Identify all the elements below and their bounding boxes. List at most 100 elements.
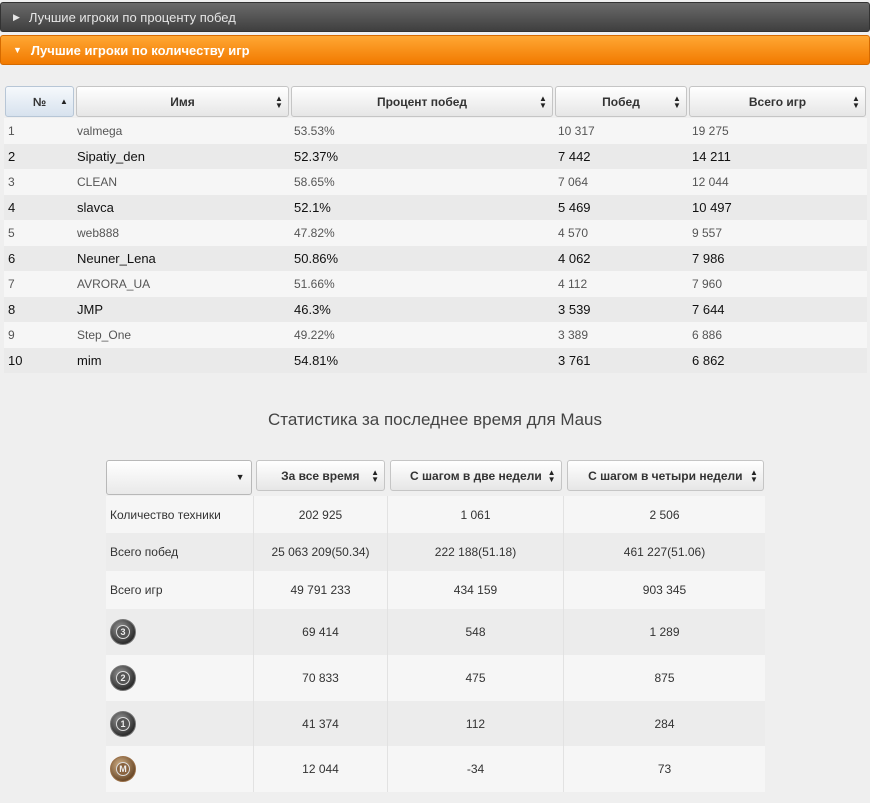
player-name: JMP — [75, 296, 290, 322]
sort-icon: ▲ ▼ — [539, 94, 547, 110]
table-row: 9 Step_One 49.22% 3 389 6 886 — [4, 322, 867, 348]
column-label-games: Всего игр — [748, 94, 807, 109]
period-select[interactable]: ▼ — [106, 460, 252, 495]
win-pct-cell: 52.1% — [290, 194, 554, 220]
player-name: web888 — [75, 220, 290, 246]
column-header-games[interactable]: Всего игр ▲ ▼ — [688, 85, 867, 118]
games-cell: 7 644 — [688, 296, 867, 322]
column-header-four-weeks[interactable]: С шагом в четыри недели ▲ ▼ — [566, 460, 764, 491]
sort-icon: ▲ ▼ — [852, 94, 860, 110]
player-name: AVRORA_UA — [75, 271, 290, 297]
value-two-weeks: 475 — [388, 655, 564, 701]
player-name: mim — [75, 347, 290, 373]
accordion-games-title: Лучшие игроки по количеству игр — [30, 42, 250, 58]
games-cell: 6 886 — [688, 322, 867, 348]
games-cell: 7 960 — [688, 271, 867, 297]
player-name: slavca — [75, 194, 290, 220]
value-two-weeks: 1 061 — [388, 496, 564, 533]
games-cell: 14 211 — [688, 143, 867, 169]
table-row: 1 valmega 53.53% 10 317 19 275 — [4, 118, 867, 144]
table-row: 10 mim 54.81% 3 761 6 862 — [4, 347, 867, 373]
sort-icon: ▲ ▼ — [673, 94, 681, 110]
column-header-wins[interactable]: Побед ▲ ▼ — [554, 85, 688, 118]
value-all-time: 70 833 — [254, 655, 388, 701]
players-table: № ▲ Имя ▲ ▼ Процент побед ▲ ▼ Побед ▲ ▼ Всего и… — [4, 85, 867, 373]
column-label-rank: № — [32, 94, 47, 109]
value-all-time: 12 044 — [254, 746, 388, 792]
accordion-win-rate-title: Лучшие игроки по проценту побед — [28, 9, 236, 25]
table-row: 6 Neuner_Lena 50.86% 4 062 7 986 — [4, 245, 867, 271]
player-name: valmega — [75, 118, 290, 144]
win-pct-cell: 51.66% — [290, 271, 554, 297]
sort-icon: ▲ ▼ — [371, 468, 380, 484]
mastery-badge-3-icon: 3 — [110, 619, 136, 645]
row-label: Количество техники — [106, 496, 254, 533]
stats-row-medal-3: 3 69 414 548 1 289 — [106, 609, 765, 655]
games-cell: 7 986 — [688, 245, 867, 271]
player-name: CLEAN — [75, 169, 290, 195]
wins-cell: 10 317 — [554, 118, 688, 144]
accordion-games[interactable]: ▼ Лучшие игроки по количеству игр — [0, 35, 870, 65]
stats-row-medal-master: M 12 044 -34 73 — [106, 746, 765, 792]
games-cell: 9 557 — [688, 220, 867, 246]
column-label-all-time: За все время — [281, 468, 360, 483]
player-name: Neuner_Lena — [75, 245, 290, 271]
rank-cell: 7 — [4, 271, 75, 297]
value-two-weeks: 434 159 — [388, 571, 564, 609]
player-name: Sipatiy_den — [75, 143, 290, 169]
stats-row-games: Всего игр 49 791 233 434 159 903 345 — [106, 571, 765, 609]
rank-cell: 3 — [4, 169, 75, 195]
value-all-time: 49 791 233 — [254, 571, 388, 609]
column-label-win-pct: Процент побед — [376, 94, 468, 109]
rank-cell: 9 — [4, 322, 75, 348]
column-header-two-weeks[interactable]: С шагом в две недели ▲ ▼ — [390, 460, 562, 491]
wins-cell: 4 112 — [554, 271, 688, 297]
games-cell: 6 862 — [688, 347, 867, 373]
value-two-weeks: 548 — [388, 609, 564, 655]
wins-cell: 4 062 — [554, 245, 688, 271]
wins-cell: 7 442 — [554, 143, 688, 169]
caret-right-icon: ▶ — [13, 11, 20, 22]
wins-cell: 3 539 — [554, 296, 688, 322]
wins-cell: 5 469 — [554, 194, 688, 220]
column-header-rank[interactable]: № ▲ — [4, 85, 75, 118]
table-row: 8 JMP 46.3% 3 539 7 644 — [4, 296, 867, 322]
value-two-weeks: 222 188(51.18) — [388, 533, 564, 571]
table-row: 3 CLEAN 58.65% 7 064 12 044 — [4, 169, 867, 195]
value-four-weeks: 73 — [564, 746, 765, 792]
rank-cell: 4 — [4, 194, 75, 220]
mastery-badge-2-icon: 2 — [110, 665, 136, 691]
column-label-name: Имя — [170, 94, 195, 109]
value-all-time: 41 374 — [254, 701, 388, 746]
rank-cell: 5 — [4, 220, 75, 246]
stats-row-medal-2: 2 70 833 475 875 — [106, 655, 765, 701]
value-four-weeks: 1 289 — [564, 609, 765, 655]
value-two-weeks: 112 — [388, 701, 564, 746]
value-four-weeks: 903 345 — [564, 571, 765, 609]
value-all-time: 202 925 — [254, 496, 388, 533]
stats-row-medal-1: 1 41 374 112 284 — [106, 701, 765, 746]
games-cell: 19 275 — [688, 118, 867, 144]
win-pct-cell: 52.37% — [290, 143, 554, 169]
value-four-weeks: 461 227(51.06) — [564, 533, 765, 571]
rank-cell: 1 — [4, 118, 75, 144]
accordion-win-rate[interactable]: ▶ Лучшие игроки по проценту побед — [0, 2, 870, 32]
games-cell: 10 497 — [688, 194, 867, 220]
value-four-weeks: 284 — [564, 701, 765, 746]
rank-cell: 8 — [4, 296, 75, 322]
sort-icon: ▲ ▼ — [275, 94, 283, 110]
value-four-weeks: 2 506 — [564, 496, 765, 533]
win-pct-cell: 53.53% — [290, 118, 554, 144]
column-header-all-time[interactable]: За все время ▲ ▼ — [255, 460, 386, 491]
wins-cell: 7 064 — [554, 169, 688, 195]
win-pct-cell: 50.86% — [290, 245, 554, 271]
column-header-name[interactable]: Имя ▲ ▼ — [75, 85, 290, 118]
column-label-two-weeks: С шагом в две недели — [410, 468, 542, 483]
wins-cell: 3 389 — [554, 322, 688, 348]
chevron-down-icon: ▼ — [235, 472, 245, 482]
row-label: Всего побед — [106, 533, 254, 571]
value-four-weeks: 875 — [564, 655, 765, 701]
caret-down-icon: ▼ — [13, 45, 22, 55]
column-header-win-pct[interactable]: Процент побед ▲ ▼ — [290, 85, 554, 118]
stats-row-vehicles: Количество техники 202 925 1 061 2 506 — [106, 496, 765, 533]
